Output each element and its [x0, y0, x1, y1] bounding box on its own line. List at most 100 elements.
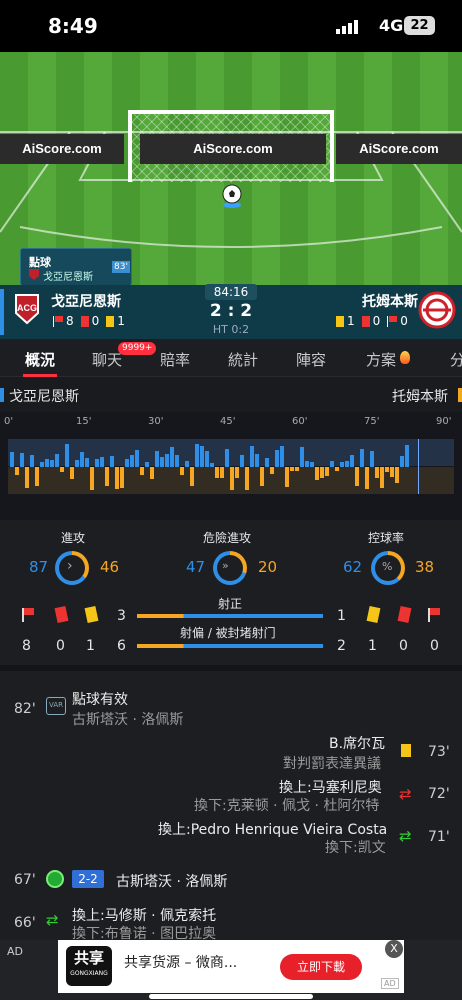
momentum-bar: [85, 458, 89, 467]
possession-away: 38: [415, 558, 435, 576]
away-yellow: 1: [347, 314, 355, 328]
momentum-bar: [395, 467, 399, 483]
attack-home: 87: [29, 558, 49, 576]
away-yellow-stat: 1: [368, 638, 377, 654]
home-crest-icon: ACG: [15, 294, 39, 325]
momentum-bar: [355, 467, 359, 486]
momentum-bar: [25, 467, 29, 488]
momentum-bar: [340, 462, 344, 467]
momentum-bar: [45, 459, 49, 467]
momentum-bar: [100, 457, 104, 467]
active-tab-indicator: [23, 374, 57, 377]
momentum-bar: [300, 447, 304, 467]
timeline-team-row: 戈亞尼恩斯 托姆本斯: [0, 378, 462, 412]
corner-flag-icon: [387, 315, 398, 327]
ad-card[interactable]: 共享 GONGXIANG 共享货源 – 微商... 立即下載 X AD: [58, 940, 404, 993]
momentum-bar: [125, 459, 129, 467]
momentum-bar: [220, 467, 224, 478]
ad-brand: 共享: [73, 949, 104, 967]
ad-cta-button[interactable]: 立即下載: [280, 954, 362, 980]
yellow-card-icon: [84, 606, 99, 623]
momentum-bar: [405, 445, 409, 467]
fire-icon: [400, 351, 410, 364]
substitution-icon: ⇄: [46, 911, 59, 929]
battery-level: 22: [410, 18, 429, 33]
momentum-bar: [185, 461, 189, 467]
tab-odds[interactable]: 賠率: [160, 349, 190, 370]
event-minute: 67': [14, 872, 36, 888]
event-subtitle: 對判罰表達異議: [283, 756, 381, 772]
momentum-bar: [295, 467, 299, 471]
momentum-bar: [350, 455, 354, 467]
momentum-bar: [400, 456, 404, 467]
event-title: 換上:Pedro Henrique Vieira Costa: [158, 822, 388, 838]
momentum-bar: [170, 447, 174, 467]
ad-label: AD: [7, 945, 23, 958]
event-minute: 73': [428, 744, 450, 760]
shots-off-away: 2: [337, 638, 346, 654]
ad-board-left: AiScore.com: [0, 134, 124, 164]
momentum-bar: [290, 467, 294, 471]
attack-label: 進攻: [61, 531, 86, 545]
away-team-name[interactable]: 托姆本斯: [362, 291, 418, 311]
corner-flag-icon: [53, 315, 63, 327]
momentum-bar: [40, 462, 44, 467]
momentum-bar: [145, 462, 149, 467]
tab-tips[interactable]: 方案: [366, 349, 396, 370]
momentum-bar: [285, 467, 289, 487]
event-minute: 82': [14, 701, 36, 717]
shots-on-home: 3: [117, 608, 126, 624]
tab-more[interactable]: 分: [450, 349, 462, 370]
ad-banner[interactable]: AD 共享 GONGXIANG 共享货源 – 微商... 立即下載 X AD: [0, 940, 462, 1000]
ad-close-button[interactable]: X: [385, 940, 403, 958]
dangerous-ring: »: [213, 551, 247, 585]
shots-on-label: 射正: [218, 597, 243, 611]
ad-title: 共享货源 – 微商...: [124, 955, 238, 971]
yellow-card-icon: [106, 315, 115, 327]
event-subtitle: 換下:凯文: [325, 840, 386, 856]
momentum-bar: [110, 456, 114, 467]
momentum-bar: [390, 467, 394, 477]
momentum-bar: [360, 449, 364, 467]
momentum-bar: [65, 444, 69, 467]
away-red: 0: [372, 314, 381, 328]
momentum-timeline: 0' 15' 30' 45' 60' 75' 90': [0, 412, 462, 520]
tab-lineup[interactable]: 陣容: [296, 349, 326, 370]
attack-ring: ›: [55, 551, 89, 585]
momentum-bar: [15, 467, 19, 475]
away-corners: 0: [400, 314, 408, 328]
substitution-icon: ⇄: [399, 827, 412, 845]
event-title: 換上:马塞利尼奥: [279, 780, 382, 796]
momentum-bar: [240, 455, 244, 467]
event-minute: 72': [428, 786, 450, 802]
momentum-bar: [325, 467, 329, 476]
momentum-bar: [345, 461, 349, 467]
network-type: 4G: [379, 16, 404, 35]
momentum-bar: [190, 467, 194, 486]
home-indicator[interactable]: [149, 994, 313, 999]
momentum-bar: [245, 467, 249, 490]
chat-badge: 9999+: [118, 342, 157, 355]
away-crest-icon: [418, 291, 456, 329]
shots-off-label: 射偏 / 被封堵射门: [180, 626, 276, 640]
home-team-name[interactable]: 戈亞尼恩斯: [51, 291, 121, 311]
tab-bar: 概況 聊天 9999+ 賠率 統計 陣容 方案 分: [0, 339, 462, 377]
tab-chat[interactable]: 聊天: [92, 349, 122, 370]
away-red-stat: 0: [399, 638, 408, 654]
yellow-card-icon: [336, 315, 344, 327]
momentum-bar: [80, 452, 84, 467]
penalty-event-card: 點球 戈亞尼恩斯 83': [20, 248, 132, 286]
event-title: 古斯塔沃 · 洛佩斯: [116, 874, 228, 890]
momentum-bar: [315, 467, 319, 480]
momentum-bar: [120, 467, 124, 488]
team-crest-icon: [29, 269, 39, 280]
momentum-bar: [210, 463, 214, 467]
momentum-bar: [380, 467, 384, 488]
var-icon: VAR: [46, 697, 66, 715]
momentum-bar: [180, 467, 184, 475]
timeline-home-name: 戈亞尼恩斯: [9, 389, 79, 405]
tab-overview[interactable]: 概況: [25, 349, 55, 370]
momentum-bar: [10, 452, 14, 467]
red-card-icon: [80, 315, 89, 327]
tab-stats[interactable]: 統計: [228, 349, 258, 370]
